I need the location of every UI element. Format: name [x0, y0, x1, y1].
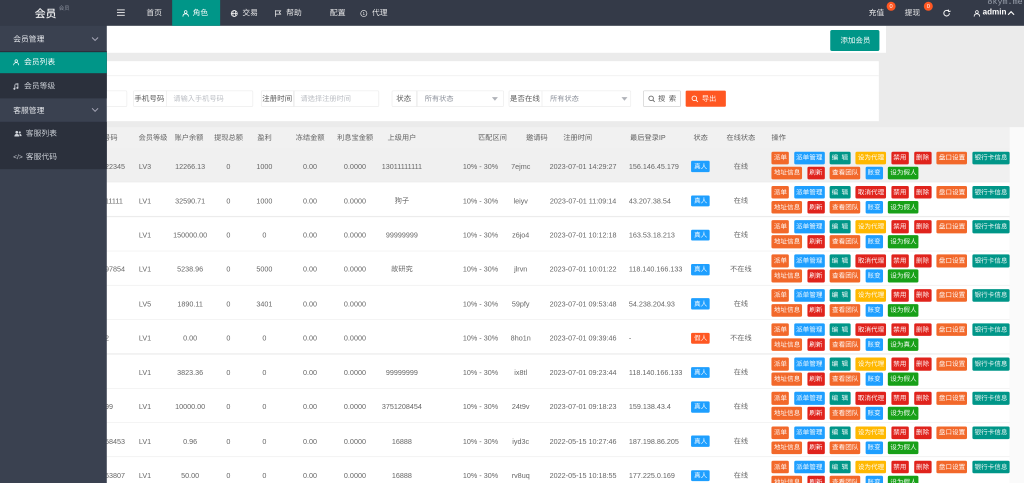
- svg-text:1: 1: [363, 11, 366, 16]
